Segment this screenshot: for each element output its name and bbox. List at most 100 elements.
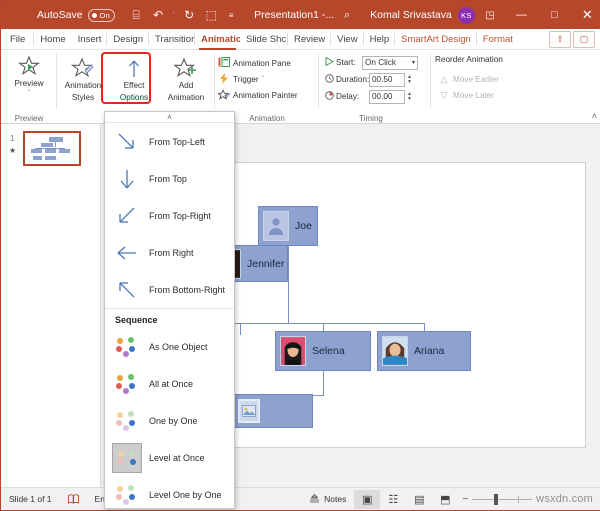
node-ariana[interactable]: Ariana xyxy=(377,331,471,371)
clock-icon xyxy=(323,74,336,85)
menu-scroll-up-button[interactable]: ˄ xyxy=(105,112,234,123)
avatar[interactable]: KS xyxy=(457,6,475,24)
slide-count-label[interactable]: Slide 1 of 1 xyxy=(1,488,60,511)
node-empty-2[interactable] xyxy=(233,394,313,428)
tab-file[interactable]: File xyxy=(1,29,35,50)
slide-thumbnail-1[interactable] xyxy=(23,131,81,166)
tab-slide-show[interactable]: Slide Shc xyxy=(240,29,288,50)
move-later-label: Move Later xyxy=(453,90,494,100)
notes-button[interactable]: Notes xyxy=(301,488,354,511)
tab-review[interactable]: Review xyxy=(288,29,332,50)
customize-qat-icon[interactable]: ≡ xyxy=(222,4,240,26)
autosave-toggle[interactable]: On xyxy=(87,8,116,22)
zoom-slider[interactable]: − xyxy=(462,493,533,505)
menu-item-level-at-once[interactable]: Level at Once xyxy=(105,439,234,476)
zoom-out-button[interactable]: − xyxy=(462,494,468,505)
minimize-button[interactable]: — xyxy=(505,1,538,29)
effect-options-button[interactable]: Effect Options xyxy=(109,52,159,103)
menu-item-label: All at Once xyxy=(149,378,194,389)
duration-input[interactable]: 00.50 xyxy=(369,72,405,87)
effect-options-label-1: Effect xyxy=(123,81,145,90)
animation-star-icon: ★ xyxy=(9,146,17,155)
tab-view[interactable]: View xyxy=(331,29,364,50)
menu-item-from-right[interactable]: From Right xyxy=(105,234,234,271)
tab-home[interactable]: Home xyxy=(34,29,71,50)
menu-item-from-top-left[interactable]: From Top-Left xyxy=(105,123,234,160)
zoom-handle[interactable] xyxy=(494,493,499,505)
delay-stepper[interactable]: ▲ ▼ xyxy=(407,91,412,102)
arrow-up-left-icon xyxy=(105,278,149,302)
menu-item-level-one-by-one[interactable]: Level One by One xyxy=(105,476,234,508)
user-name[interactable]: Komal Srivastava xyxy=(370,9,452,21)
animation-pane-icon xyxy=(218,57,230,69)
start-presentation-icon[interactable]: ⬚ xyxy=(200,4,222,26)
maximize-button[interactable]: □ xyxy=(538,1,571,29)
move-earlier-button[interactable]: △ Move Earlier xyxy=(435,71,502,87)
effect-options-label-2: Options xyxy=(119,93,149,102)
tab-design[interactable]: Design xyxy=(107,29,149,50)
level-one-by-one-icon xyxy=(105,484,149,505)
trigger-icon xyxy=(218,72,230,86)
menu-item-all-at-once[interactable]: All at Once xyxy=(105,365,234,402)
effect-options-menu[interactable]: ˄ From Top-Left From Top From Top-Right … xyxy=(104,111,235,509)
reading-view-button[interactable]: ▤ xyxy=(406,490,432,509)
trigger-button[interactable]: Trigger ˇ xyxy=(215,71,267,87)
duration-stepper[interactable]: ▲ ▼ xyxy=(407,74,412,85)
connector-to-charlie xyxy=(240,323,241,335)
collapse-ribbon-button[interactable]: ˄ xyxy=(592,111,597,121)
trigger-caret-icon[interactable]: ˇ xyxy=(262,76,264,83)
tab-animations[interactable]: Animatic xyxy=(195,29,240,50)
autosave-toggle-knob xyxy=(91,12,97,18)
animation-painter-button[interactable]: Animation Painter xyxy=(215,87,301,103)
preview-caret-icon[interactable]: ˇ xyxy=(28,89,30,99)
ribbon-tab-strip: File Home Insert Design Transitior Anima… xyxy=(1,29,600,50)
node-label: Selena xyxy=(312,345,345,357)
move-earlier-label: Move Earlier xyxy=(453,74,499,84)
animation-styles-label-2: Styles xyxy=(71,93,95,102)
tab-help[interactable]: Help xyxy=(364,29,396,50)
start-chevron-down-icon[interactable]: ▾ xyxy=(412,59,415,66)
node-joe[interactable]: Joe xyxy=(258,206,318,246)
menu-item-one-by-one[interactable]: One by One xyxy=(105,402,234,439)
undo-dropdown-icon[interactable]: ˇ xyxy=(169,4,178,26)
add-animation-button[interactable]: Add Animation xyxy=(159,52,213,103)
ribbon-display-options-icon[interactable]: ◳ xyxy=(475,10,505,21)
save-icon[interactable]: ⌸ xyxy=(125,4,147,26)
animation-pane-button[interactable]: Animation Pane xyxy=(215,55,294,71)
animation-styles-button[interactable]: Animation Styles xyxy=(57,52,109,103)
normal-view-button[interactable]: ▣ xyxy=(354,489,381,509)
tab-smartart-design[interactable]: SmartArt Design xyxy=(395,29,477,50)
move-later-button[interactable]: ▽ Move Later xyxy=(435,87,497,103)
share-icon[interactable]: ⇧ xyxy=(549,30,571,48)
zoom-tick xyxy=(518,495,520,503)
animation-painter-icon xyxy=(216,88,231,102)
tab-format[interactable]: Format xyxy=(477,29,519,50)
delay-input[interactable]: 00.00 xyxy=(369,89,405,104)
menu-item-from-top-right[interactable]: From Top-Right xyxy=(105,197,234,234)
slide-canvas[interactable]: Joe Jennifer Selena Ariana xyxy=(171,162,586,448)
menu-item-label: From Top-Left xyxy=(149,136,205,147)
tab-transitions[interactable]: Transitior xyxy=(149,29,195,50)
slide-sorter-button[interactable]: ☷ xyxy=(380,490,406,509)
node-label: Ariana xyxy=(414,345,445,357)
search-icon[interactable]: ⌕ xyxy=(334,9,360,22)
node-label: Joe xyxy=(295,220,312,232)
menu-item-as-one-object[interactable]: As One Object xyxy=(105,328,234,365)
notes-page-icon[interactable] xyxy=(60,488,87,511)
menu-item-from-bottom-right[interactable]: From Bottom-Right xyxy=(105,271,234,308)
preview-button[interactable]: Preview ˇ xyxy=(3,50,55,99)
duration-value: 00.50 xyxy=(372,75,393,84)
close-button[interactable]: ✕ xyxy=(571,1,600,29)
slideshow-button[interactable]: ⬒ xyxy=(432,490,458,509)
chevron-up-icon: △ xyxy=(440,73,448,84)
redo-icon[interactable]: ↻ xyxy=(178,4,200,26)
menu-item-from-top[interactable]: From Top xyxy=(105,160,234,197)
zoom-track[interactable] xyxy=(472,493,533,505)
undo-icon[interactable]: ↶ xyxy=(147,4,169,26)
tab-insert[interactable]: Insert xyxy=(72,29,108,50)
node-selena[interactable]: Selena xyxy=(275,331,371,371)
animation-styles-icon xyxy=(71,55,95,79)
start-select[interactable]: On Click ▾ xyxy=(362,55,418,70)
comments-icon[interactable]: ▢ xyxy=(573,30,595,48)
quick-access-toolbar: ⌸ ↶ ˇ ↻ ⬚ ≡ xyxy=(125,4,240,26)
